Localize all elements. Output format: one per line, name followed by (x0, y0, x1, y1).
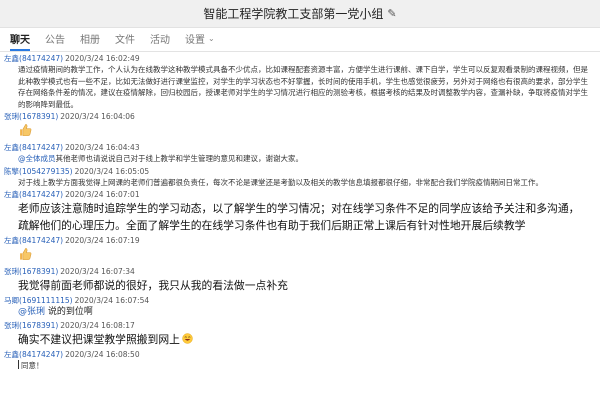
chat-message: 张琍(1678391) 2020/3/24 16:07:34 我觉得前面老师都说的很… (4, 266, 590, 294)
tab-bar: 聊天 公告 相册 文件 活动 设置 ⌄ (0, 28, 600, 52)
message-text: 说的到位啊 (45, 307, 93, 317)
message-header: 马卿(1691111115) 2020/3/24 16:07:54 (4, 295, 590, 306)
chevron-down-icon: ⌄ (208, 34, 215, 43)
message-header: 张琍(1678391) 2020/3/24 16:08:17 (4, 320, 590, 331)
message-time: 2020/3/24 16:07:19 (65, 236, 140, 245)
sender-qq[interactable]: (84174247) (19, 236, 63, 245)
group-title: 智能工程学院教工支部第一党小组 (203, 7, 384, 21)
sender-qq[interactable]: (84174247) (19, 350, 63, 359)
message-text: 通过疫情期间的教学工作，个人认为在线教学这种教学模式具备不少优点，比如课程配套资… (18, 65, 588, 109)
chat-message: 马卿(1691111115) 2020/3/24 16:07:54 @张琍 说的到位… (4, 295, 590, 319)
thumbs-up-icon (20, 124, 32, 136)
sender-qq[interactable]: (1678391) (19, 321, 58, 330)
message-text: 同意！ (21, 361, 44, 370)
message-body: 对于线上教学方面我觉得上网课的老师们普遍都很负责任，每次不论是课堂还是考勤以及相… (4, 177, 590, 189)
sender-qq[interactable]: (84174247) (19, 190, 63, 199)
message-body: 老师应该注意随时追踪学生的学习动态，以了解学生的学习情况；对在线学习条件不足的同… (4, 200, 590, 234)
edit-title-icon[interactable]: ✎ (387, 7, 396, 20)
sender-name[interactable]: 左鑫 (4, 350, 19, 359)
message-header: 张琍(1678391) 2020/3/24 16:04:06 (4, 111, 590, 122)
message-time: 2020/3/24 16:07:34 (60, 267, 135, 276)
message-header: 左鑫(84174247) 2020/3/24 16:08:50 (4, 349, 590, 360)
message-time: 2020/3/24 16:07:54 (74, 296, 150, 305)
sender-name[interactable]: 张琍 (4, 112, 19, 121)
chat-message: 左鑫(84174247) 2020/3/24 16:07:19 (4, 235, 590, 265)
message-body: 通过疫情期间的教学工作，个人认为在线教学这种教学模式具备不少优点，比如课程配套资… (4, 64, 590, 110)
sender-name[interactable]: 左鑫 (4, 143, 19, 152)
message-time: 2020/3/24 16:08:50 (65, 350, 140, 359)
sender-qq[interactable]: (1678391) (19, 112, 58, 121)
chat-message: 张琍(1678391) 2020/3/24 16:08:17 确实不建议把课堂教学照… (4, 320, 590, 348)
chat-message: 左鑫(84174247) 2020/3/24 16:04:43 @全体成员其他老师也… (4, 142, 590, 165)
chat-message: 张琍(1678391) 2020/3/24 16:04:06 (4, 111, 590, 141)
message-body: 确实不建议把课堂教学照搬到网上 (4, 331, 590, 348)
sender-qq[interactable]: (84174247) (19, 54, 63, 63)
sender-name[interactable]: 张琍 (4, 267, 19, 276)
text-cursor (18, 360, 19, 369)
laughing-emoji-icon (182, 333, 193, 344)
sender-name[interactable]: 左鑫 (4, 54, 19, 63)
message-text: 确实不建议把课堂教学照搬到网上 (18, 333, 180, 346)
chat-history[interactable]: 左鑫(84174247) 2020/3/24 16:02:49 通过疫情期间的教学工… (0, 52, 600, 400)
sender-qq[interactable]: (1678391) (19, 267, 58, 276)
sender-name[interactable]: 左鑫 (4, 236, 19, 245)
message-header: 陈擎(1054279135) 2020/3/24 16:05:05 (4, 166, 590, 177)
tab-files[interactable]: 文件 (115, 31, 135, 51)
message-header: 张琍(1678391) 2020/3/24 16:07:34 (4, 266, 590, 277)
sender-qq[interactable]: (1054279135) (19, 167, 73, 176)
tab-activities[interactable]: 活动 (150, 31, 170, 51)
message-header: 左鑫(84174247) 2020/3/24 16:07:19 (4, 235, 590, 246)
message-body: 同意！ (4, 360, 590, 372)
message-header: 左鑫(84174247) 2020/3/24 16:02:49 (4, 53, 590, 64)
sender-name[interactable]: 张琍 (4, 321, 19, 330)
sender-name[interactable]: 陈擎 (4, 167, 19, 176)
tab-chat[interactable]: 聊天 (10, 31, 30, 51)
tab-album[interactable]: 相册 (80, 31, 100, 51)
chat-message: 左鑫(84174247) 2020/3/24 16:07:01 老师应该注意随时追踪… (4, 189, 590, 234)
message-text: 老师应该注意随时追踪学生的学习动态，以了解学生的学习情况；对在线学习条件不足的同… (18, 202, 580, 232)
message-body: 我觉得前面老师都说的很好，我只从我的看法做一点补充 (4, 277, 590, 294)
message-time: 2020/3/24 16:07:01 (65, 190, 140, 199)
message-header: 左鑫(84174247) 2020/3/24 16:04:43 (4, 142, 590, 153)
mention[interactable]: @张琍 (18, 307, 45, 317)
message-body: @张琍 说的到位啊 (4, 306, 590, 319)
message-time: 2020/3/24 16:05:05 (74, 166, 150, 176)
chat-message: 陈擎(1054279135) 2020/3/24 16:05:05 对于线上教学方面… (4, 166, 590, 189)
message-text: 对于线上教学方面我觉得上网课的老师们普遍都很负责任，每次不论是课堂还是考勤以及相… (18, 177, 543, 187)
message-time: 2020/3/24 16:08:17 (60, 321, 135, 330)
thumbs-up-icon (20, 248, 32, 260)
sender-qq[interactable]: (1691111115) (19, 296, 73, 305)
message-text: 我觉得前面老师都说的很好，我只从我的看法做一点补充 (18, 279, 288, 292)
message-header: 左鑫(84174247) 2020/3/24 16:07:01 (4, 189, 590, 200)
message-time: 2020/3/24 16:04:43 (65, 143, 140, 152)
sender-name[interactable]: 左鑫 (4, 190, 19, 199)
chat-message: 左鑫(84174247) 2020/3/24 16:02:49 通过疫情期间的教学工… (4, 53, 590, 110)
window-titlebar: 智能工程学院教工支部第一党小组 ✎ (0, 0, 600, 28)
tab-settings[interactable]: 设置 ⌄ (185, 31, 215, 51)
tab-announcement[interactable]: 公告 (45, 31, 65, 51)
sender-qq[interactable]: (84174247) (19, 143, 63, 152)
mention[interactable]: @全体成员 (18, 154, 56, 163)
message-time: 2020/3/24 16:02:49 (65, 54, 140, 63)
sender-name[interactable]: 马卿 (4, 296, 19, 305)
chat-message: 左鑫(84174247) 2020/3/24 16:08:50 同意！ (4, 349, 590, 372)
message-body: @全体成员其他老师也请说说自己对于线上教学和学生管理的意见和建议，谢谢大家。 (4, 153, 590, 165)
message-time: 2020/3/24 16:04:06 (60, 112, 135, 121)
message-text: 其他老师也请说说自己对于线上教学和学生管理的意见和建议，谢谢大家。 (55, 154, 304, 163)
